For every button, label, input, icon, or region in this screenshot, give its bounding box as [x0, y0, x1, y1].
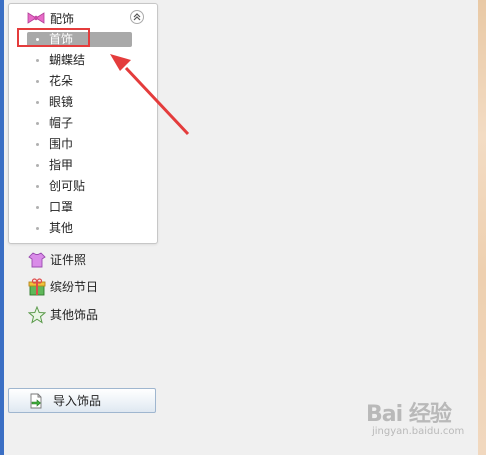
shirt-icon: [28, 251, 46, 269]
import-file-icon: [28, 393, 44, 409]
subcategory-item-scarves[interactable]: 围巾: [9, 134, 157, 155]
subcategory-label: 眼镜: [49, 95, 74, 109]
subcategory-item-bowtie[interactable]: 蝴蝶结: [9, 50, 157, 71]
bow-icon: [27, 11, 45, 25]
subcategory-label: 围巾: [49, 137, 74, 151]
category-item-festival[interactable]: 缤纷节日: [28, 277, 168, 297]
collapse-up-icon[interactable]: [130, 10, 144, 24]
subcategory-item-mask[interactable]: 口罩: [9, 197, 157, 218]
category-item-other-accessories[interactable]: 其他饰品: [27, 305, 168, 325]
subcategory-item-jewelry[interactable]: 首饰: [9, 29, 157, 50]
bullet-icon: [36, 164, 39, 167]
subcategory-label: 首饰: [49, 32, 74, 46]
category-item-id-photo[interactable]: 证件照: [28, 250, 168, 270]
watermark: Bai 经验 jingyan.baidu.com: [366, 396, 478, 446]
watermark-brand: Bai 经验: [366, 402, 452, 427]
bullet-icon: [36, 101, 39, 104]
subcategory-item-flowers[interactable]: 花朵: [9, 71, 157, 92]
preview-image-edge: [478, 0, 486, 455]
subcategory-label: 口罩: [49, 200, 74, 214]
category-label: 配饰: [50, 12, 75, 26]
subcategory-label: 创可贴: [49, 179, 86, 193]
subcategory-label: 其他: [49, 221, 74, 235]
subcategory-item-glasses[interactable]: 眼镜: [9, 92, 157, 113]
star-icon: [27, 305, 47, 324]
category-label: 证件照: [50, 253, 87, 267]
category-label: 其他饰品: [50, 308, 99, 322]
bullet-icon: [36, 122, 39, 125]
subcategory-label: 花朵: [49, 74, 74, 88]
gift-icon: [28, 278, 46, 296]
category-header-accessories[interactable]: 配饰: [9, 9, 157, 29]
watermark-url: jingyan.baidu.com: [372, 426, 465, 437]
bullet-icon: [36, 206, 39, 209]
subcategory-item-other[interactable]: 其他: [9, 218, 157, 239]
subcategory-item-bandaid[interactable]: 创可贴: [9, 176, 157, 197]
subcategory-item-nails[interactable]: 指甲: [9, 155, 157, 176]
bullet-icon: [36, 59, 39, 62]
subcategory-list: 首饰 蝴蝶结 花朵 眼镜 帽子 围巾 指甲 创可贴 口罩 其他: [9, 29, 157, 239]
bullet-icon: [36, 80, 39, 83]
subcategory-label: 指甲: [49, 158, 74, 172]
subcategory-label: 帽子: [49, 116, 74, 130]
bullet-icon: [36, 227, 39, 230]
subcategory-label: 蝴蝶结: [49, 53, 86, 67]
category-panel-accessories: 配饰 首饰 蝴蝶结 花朵 眼镜 帽子 围巾 指甲 创可贴 口罩 其他: [8, 3, 158, 244]
category-label: 缤纷节日: [50, 280, 99, 294]
import-accessories-button[interactable]: 导入饰品: [8, 388, 156, 413]
bullet-icon: [36, 185, 39, 188]
import-button-label: 导入饰品: [53, 394, 102, 408]
bullet-icon: [36, 38, 39, 41]
sidebar: 配饰 首饰 蝴蝶结 花朵 眼镜 帽子 围巾 指甲 创可贴 口罩 其他 证件照 缤…: [4, 0, 478, 455]
selection-highlight: [27, 32, 132, 47]
subcategory-item-hats[interactable]: 帽子: [9, 113, 157, 134]
bullet-icon: [36, 143, 39, 146]
